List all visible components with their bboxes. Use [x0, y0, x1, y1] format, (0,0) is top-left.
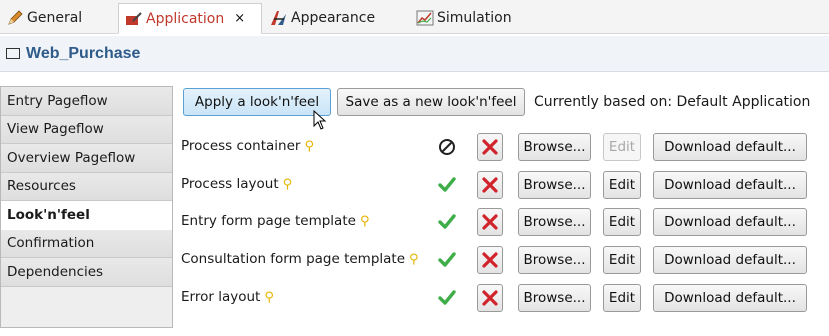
tab-label: Simulation — [437, 10, 512, 26]
tab-label: Appearance — [291, 10, 376, 26]
resource-row-consultation-form-page-template: Consultation form page template ⚲ Browse.… — [175, 244, 829, 276]
application-icon — [125, 11, 143, 27]
edit-button[interactable]: Edit — [603, 171, 641, 199]
pencil-icon — [6, 10, 24, 26]
edit-button[interactable]: Edit — [603, 284, 641, 312]
tab-general[interactable]: General — [0, 3, 112, 33]
browse-button[interactable]: Browse... — [518, 133, 591, 161]
sidebar-item-confirmation[interactable]: Confirmation — [1, 229, 172, 258]
tab-simulation[interactable]: Simulation — [410, 3, 528, 33]
sidebar-item-dependencies[interactable]: Dependencies — [1, 258, 172, 287]
tab-appearance[interactable]: Appearance — [264, 3, 406, 33]
look-n-feel-panel: Apply a look'n'feel Save as a new look'n… — [175, 86, 829, 328]
sidebar-item-overview-pageflow[interactable]: Overview Pageflow — [1, 144, 172, 173]
check-icon — [438, 290, 456, 305]
save-as-new-look-n-feel-button[interactable]: Save as a new look'n'feel — [337, 88, 525, 116]
delete-button[interactable] — [477, 171, 503, 199]
sidebar-item-view-pageflow[interactable]: View Pageflow — [1, 115, 172, 144]
delete-icon — [482, 214, 498, 230]
row-label: Error layout — [181, 289, 261, 305]
hint-bulb-icon[interactable]: ⚲ — [304, 139, 314, 154]
row-label: Entry form page template — [181, 213, 356, 229]
download-default-button[interactable]: Download default... — [653, 246, 807, 274]
delete-icon — [482, 252, 498, 268]
browse-button[interactable]: Browse... — [518, 208, 591, 236]
check-icon — [438, 252, 456, 267]
download-default-button[interactable]: Download default... — [653, 208, 807, 236]
download-default-button[interactable]: Download default... — [653, 284, 807, 312]
resource-row-entry-form-page-template: Entry form page template ⚲ Browse... Edit… — [175, 206, 829, 238]
row-label: Consultation form page template — [181, 251, 406, 267]
tab-application[interactable]: Application × — [118, 3, 262, 34]
delete-icon — [482, 290, 498, 306]
section-sidebar: Entry Pageflow View Pageflow Overview Pa… — [0, 86, 173, 328]
hint-bulb-icon[interactable]: ⚲ — [409, 252, 419, 267]
mouse-cursor-icon — [313, 110, 327, 130]
tab-label: Application — [146, 10, 225, 27]
edit-button[interactable]: Edit — [603, 133, 641, 161]
check-icon — [438, 177, 456, 192]
page-title: Web_Purchase — [26, 44, 141, 62]
browse-button[interactable]: Browse... — [518, 246, 591, 274]
edit-button[interactable]: Edit — [603, 208, 641, 236]
not-set-icon — [439, 139, 455, 155]
delete-button[interactable] — [477, 133, 503, 161]
row-label: Process layout — [181, 176, 279, 192]
appearance-icon — [270, 10, 288, 26]
hint-bulb-icon[interactable]: ⚲ — [360, 214, 370, 229]
delete-button[interactable] — [477, 246, 503, 274]
edit-button[interactable]: Edit — [603, 246, 641, 274]
simulation-chart-icon — [416, 10, 434, 26]
editor-tab-bar: General Application × Appearance Simulat… — [0, 0, 829, 34]
close-icon[interactable]: × — [234, 11, 245, 26]
download-default-button[interactable]: Download default... — [653, 133, 807, 161]
delete-icon — [482, 139, 498, 155]
download-default-button[interactable]: Download default... — [653, 171, 807, 199]
resource-row-process-container: Process container ⚲ Browse... Edit Downlo… — [175, 131, 829, 163]
delete-button[interactable] — [477, 208, 503, 236]
row-label: Process container — [181, 138, 301, 154]
sidebar-item-entry-pageflow[interactable]: Entry Pageflow — [1, 87, 172, 116]
tab-label: General — [27, 10, 83, 26]
based-on-text: Currently based on: Default Application — [534, 94, 811, 110]
resource-row-process-layout: Process layout ⚲ Browse... Edit Download … — [175, 169, 829, 201]
apply-look-n-feel-button[interactable]: Apply a look'n'feel — [183, 88, 331, 116]
hint-bulb-icon[interactable]: ⚲ — [264, 290, 274, 305]
sidebar-item-resources[interactable]: Resources — [1, 172, 172, 201]
editor-title-bar: Web_Purchase — [0, 36, 829, 72]
delete-button[interactable] — [477, 284, 503, 312]
resource-row-error-layout: Error layout ⚲ Browse... Edit Download de… — [175, 282, 829, 314]
check-icon — [438, 214, 456, 229]
delete-icon — [482, 177, 498, 193]
browse-button[interactable]: Browse... — [518, 284, 591, 312]
browse-button[interactable]: Browse... — [518, 171, 591, 199]
form-icon — [6, 48, 20, 59]
hint-bulb-icon[interactable]: ⚲ — [283, 177, 293, 192]
sidebar-item-look-n-feel[interactable]: Look'n'feel — [1, 201, 172, 230]
